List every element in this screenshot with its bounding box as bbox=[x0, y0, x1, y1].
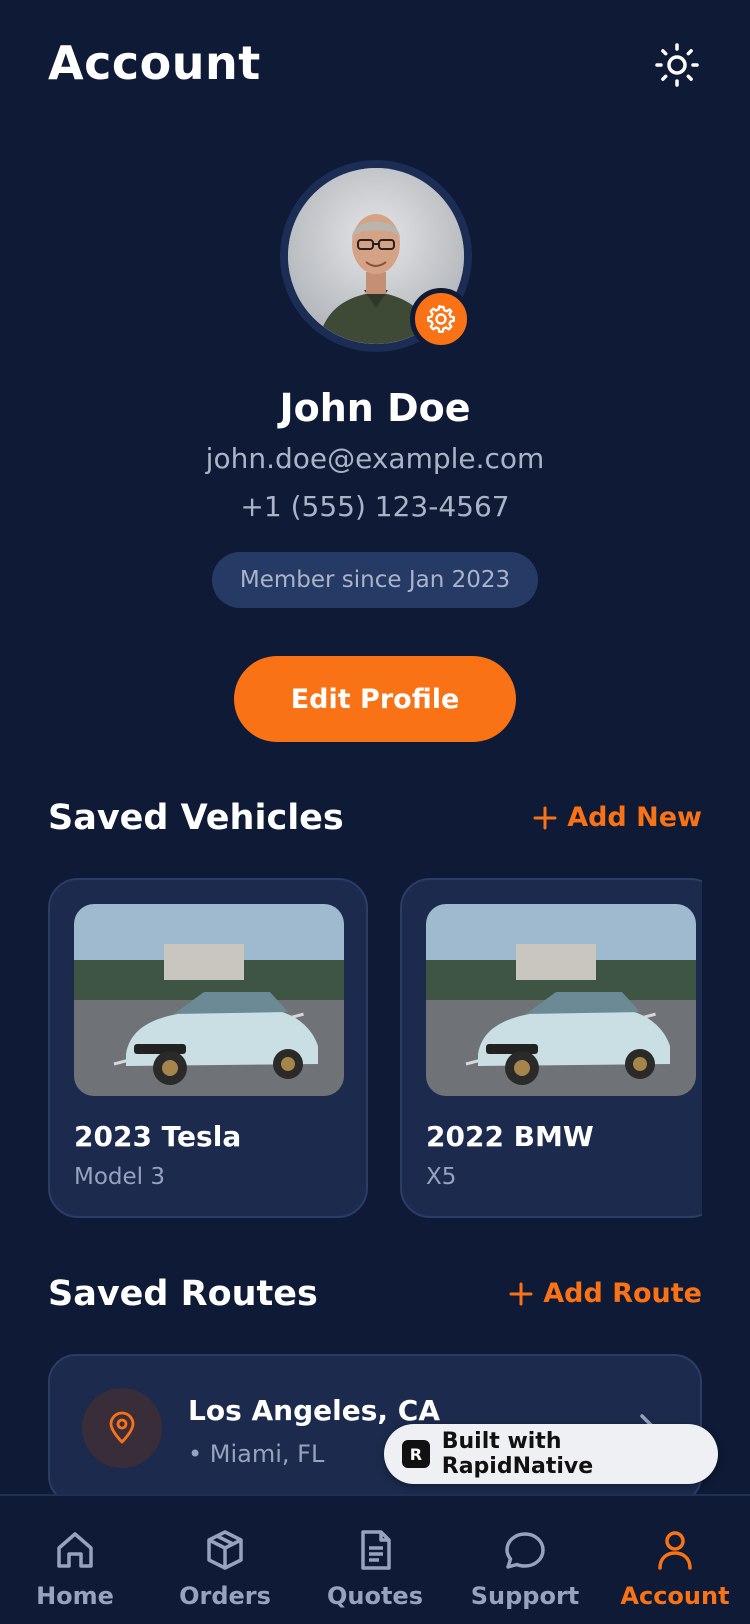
nav-item-quotes[interactable]: Quotes bbox=[300, 1526, 450, 1624]
nav-label: Home bbox=[36, 1582, 114, 1610]
nav-item-orders[interactable]: Orders bbox=[150, 1526, 300, 1624]
nav-label: Support bbox=[470, 1582, 580, 1610]
add-vehicle-label: Add New bbox=[567, 802, 702, 833]
vehicles-carousel[interactable]: 2023 Tesla Model 3 2022 BMW X5 bbox=[48, 878, 702, 1218]
page-title: Account bbox=[48, 36, 261, 90]
nav-item-home[interactable]: Home bbox=[0, 1526, 150, 1624]
sun-icon bbox=[655, 43, 699, 87]
nav-label: Quotes bbox=[326, 1582, 423, 1610]
add-vehicle-button[interactable]: Add New bbox=[533, 802, 702, 833]
add-route-label: Add Route bbox=[543, 1278, 702, 1309]
document-icon bbox=[361, 1530, 391, 1570]
member-since-badge: Member since Jan 2023 bbox=[212, 552, 538, 608]
saved-vehicles-title: Saved Vehicles bbox=[48, 798, 344, 838]
profile-name: John Doe bbox=[279, 386, 471, 430]
edit-profile-button[interactable]: Edit Profile bbox=[234, 656, 516, 742]
route-origin: Los Angeles, CA bbox=[188, 1394, 440, 1427]
nav-item-account[interactable]: Account bbox=[600, 1526, 750, 1624]
home-icon bbox=[57, 1532, 93, 1568]
route-destination: • Miami, FL bbox=[188, 1440, 325, 1468]
route-icon-container bbox=[82, 1388, 162, 1468]
avatar-settings-button[interactable] bbox=[410, 288, 472, 350]
nav-item-support[interactable]: Support bbox=[450, 1526, 600, 1624]
box-icon bbox=[207, 1530, 243, 1570]
vehicle-name: 2023 Tesla bbox=[74, 1120, 242, 1153]
plus-icon bbox=[509, 1282, 533, 1305]
built-with-badge[interactable]: R Built with RapidNative bbox=[384, 1424, 718, 1484]
vehicle-image bbox=[74, 904, 344, 1096]
saved-routes-title: Saved Routes bbox=[48, 1274, 318, 1314]
map-pin-icon bbox=[109, 1411, 135, 1444]
vehicle-model: X5 bbox=[426, 1164, 457, 1190]
gear-icon bbox=[427, 305, 455, 333]
built-with-label: Built with RapidNative bbox=[441, 1429, 594, 1479]
theme-toggle-button[interactable] bbox=[652, 40, 702, 90]
vehicle-card[interactable]: 2023 Tesla Model 3 bbox=[48, 878, 368, 1218]
bottom-nav: Home Orders Quotes Support Account bbox=[0, 1494, 750, 1624]
nav-label: Account bbox=[620, 1582, 730, 1610]
add-route-button[interactable]: Add Route bbox=[509, 1278, 702, 1309]
rapidnative-logo-icon: R bbox=[402, 1440, 430, 1468]
vehicle-card[interactable]: 2022 BMW X5 bbox=[400, 878, 702, 1218]
vehicle-image bbox=[426, 904, 696, 1096]
profile-phone: +1 (555) 123-4567 bbox=[240, 490, 510, 523]
plus-icon bbox=[533, 806, 557, 829]
nav-label: Orders bbox=[179, 1582, 271, 1610]
chat-icon bbox=[505, 1532, 545, 1569]
profile-avatar-container bbox=[280, 160, 472, 352]
vehicle-name: 2022 BMW bbox=[426, 1120, 594, 1153]
profile-email: john.doe@example.com bbox=[205, 442, 545, 475]
vehicle-model: Model 3 bbox=[74, 1164, 166, 1190]
user-icon bbox=[658, 1531, 692, 1570]
